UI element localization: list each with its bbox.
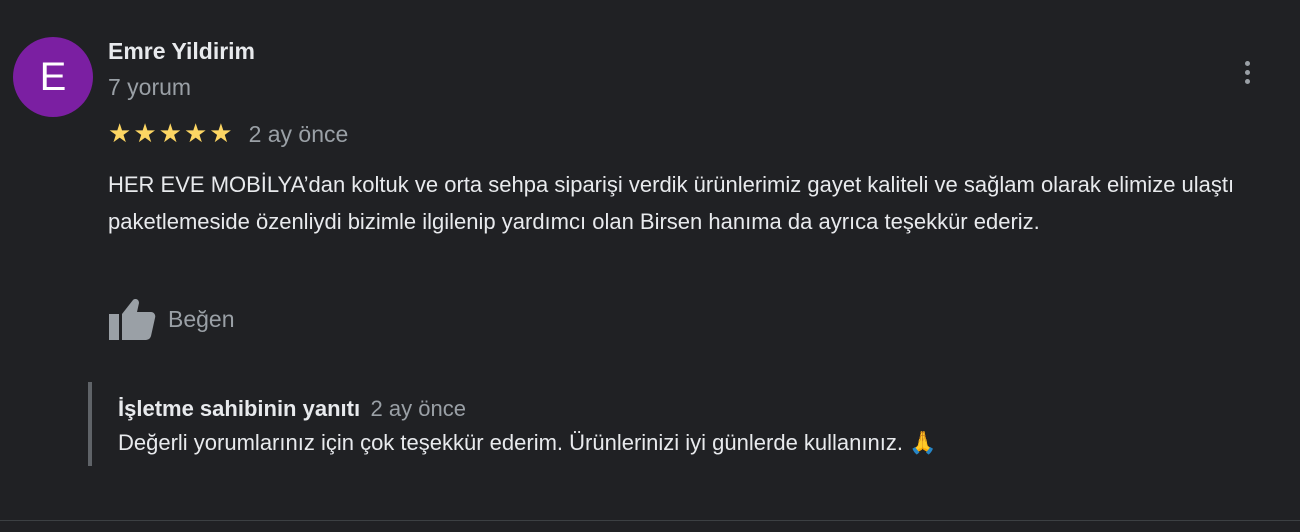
- star-icon: ★: [183, 119, 208, 149]
- more-vert-icon: [1244, 60, 1250, 66]
- star-icon: ★: [108, 119, 132, 149]
- star-icon: ★: [209, 119, 233, 149]
- reply-date: 2 ay önce: [370, 396, 466, 421]
- thumb-up-icon: [109, 299, 156, 340]
- avatar[interactable]: E: [13, 37, 93, 117]
- reply-title: İşletme sahibinin yanıtı: [118, 396, 361, 421]
- review-card: E Emre Yildirim 7 yorum ★ ★ ★ ★ ★ 2 ay önce …: [0, 0, 1300, 532]
- like-label: Beğen: [168, 305, 235, 332]
- pray-emoji-icon: 🙏: [909, 431, 937, 456]
- reply-header: İşletme sahibinin yanıtı 2 ay önce: [118, 396, 937, 426]
- like-button[interactable]: Beğen: [108, 297, 235, 341]
- review-date: 2 ay önce: [248, 120, 349, 147]
- star-icon: ★: [158, 119, 182, 149]
- review-text: HER EVE MOBİLYA’dan koltuk ve orta sehpa…: [108, 172, 1235, 234]
- reply-text-container: Değerli yorumlarınız için çok teşekkür e…: [118, 430, 937, 456]
- reply-text: Değerli yorumlarınız için çok teşekkür e…: [118, 430, 903, 455]
- owner-reply: İşletme sahibinin yanıtı 2 ay önce Değer…: [88, 382, 937, 466]
- divider: [0, 520, 1300, 521]
- author-name[interactable]: Emre Yildirim: [108, 38, 255, 65]
- star-icon: ★: [133, 119, 157, 149]
- star-rating: ★ ★ ★ ★ ★: [108, 119, 233, 149]
- review-count[interactable]: 7 yorum: [108, 74, 191, 101]
- rating-row: ★ ★ ★ ★ ★ 2 ay önce: [108, 118, 348, 150]
- more-options-button[interactable]: [1232, 52, 1262, 92]
